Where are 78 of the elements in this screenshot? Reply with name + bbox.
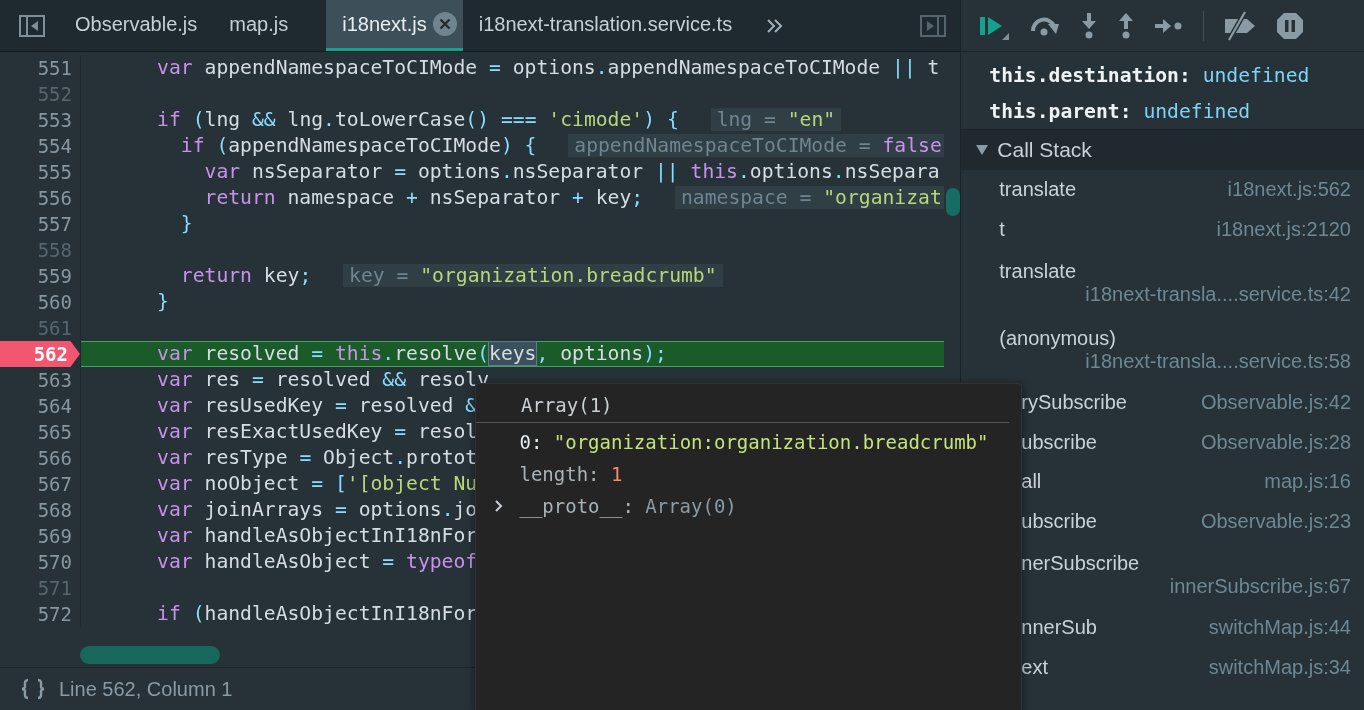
frame-location: i18next-transla....service.ts:42 <box>1085 282 1351 306</box>
step-into-icon[interactable] <box>1080 11 1099 40</box>
frame-location: switchMap.js:34 <box>1208 655 1351 679</box>
line-number[interactable]: 555 <box>0 159 80 185</box>
popup-title: Array(1) <box>476 384 1009 423</box>
call-frame[interactable]: translate i18next.js:562 <box>961 170 1364 210</box>
line-number[interactable]: 563 <box>0 367 80 393</box>
file-tab[interactable]: Observable.js <box>59 0 214 51</box>
watch-expression: this.destination: undefined <box>989 63 1311 89</box>
inline-value: namespace = "organizat <box>675 186 944 209</box>
pretty-print-icon[interactable] <box>19 678 47 700</box>
code-line: var appendNamespaceToCIMode = options.appendNamespaceToCIMode || t <box>80 55 944 81</box>
frame-location: Observable.js:42 <box>1200 391 1351 415</box>
function-name: rySubscribe <box>1021 391 1127 415</box>
line-number[interactable]: 567 <box>0 471 80 497</box>
function-name: ext <box>1021 655 1048 679</box>
frame-location: switchMap.js:44 <box>1208 616 1351 640</box>
line-number[interactable]: 556 <box>0 185 80 211</box>
call-frame[interactable]: (anonymous) i18next-transla....service.ts:58 <box>961 316 1364 383</box>
step-out-icon[interactable] <box>1117 11 1136 40</box>
call-stack-header[interactable]: Call Stack <box>961 130 1364 170</box>
function-name: nnerSub <box>1021 616 1097 640</box>
line-number[interactable]: 570 <box>0 549 80 575</box>
frame-location: innerSubscribe.js:67 <box>1169 574 1351 598</box>
line-number[interactable]: 562 <box>0 341 80 367</box>
function-name: t <box>999 217 1005 241</box>
frame-location: i18next.js:2120 <box>1216 217 1351 241</box>
scrollbar-thumb[interactable] <box>80 646 220 664</box>
line-number[interactable]: 551 <box>0 55 80 81</box>
file-tab[interactable]: map.js <box>213 0 327 51</box>
line-number[interactable]: 554 <box>0 133 80 159</box>
close-icon[interactable] <box>432 12 457 36</box>
function-name: translate <box>999 259 1077 283</box>
code-line: var nsSeparator = options.nsSeparator || this.options.nsSepara <box>80 159 944 185</box>
code-line: if (appendNamespaceToCIMode) { appendNamespaceToCIMode = false <box>80 133 944 159</box>
inline-value: lng = "en" <box>710 108 842 131</box>
line-number[interactable]: 569 <box>0 523 80 549</box>
pause-icon[interactable] <box>1276 11 1305 40</box>
line-number[interactable]: 568 <box>0 497 80 523</box>
chevrons-icon[interactable] <box>766 17 785 34</box>
function-name: nerSubscribe <box>1021 551 1141 575</box>
code-line: return key; key = "organization.breadcrumb" <box>80 263 944 289</box>
section-title: Call Stack <box>997 138 1092 162</box>
line-number[interactable]: 565 <box>0 419 80 445</box>
code-line: if (lng && lng.toLowerCase() === 'cimode') { lng = "en" <box>80 107 944 133</box>
function-name: (anonymous) <box>999 326 1117 350</box>
frame-location: i18next-transla....service.ts:58 <box>1085 349 1351 373</box>
line-number[interactable]: 572 <box>0 601 80 627</box>
code-line: } <box>80 289 944 315</box>
chevron-icon[interactable] <box>494 500 504 512</box>
line-number[interactable]: 557 <box>0 211 80 237</box>
cursor-position: Line 562, Column 1 <box>59 677 233 701</box>
function-name: ubscribe <box>1021 430 1097 454</box>
frame-location: Observable.js:28 <box>1200 430 1351 454</box>
watch-expression: this.parent: undefined <box>989 99 1252 125</box>
frame-location: Observable.js:23 <box>1200 509 1351 533</box>
sidebar-toggle-icon[interactable] <box>920 14 947 37</box>
line-number[interactable]: 566 <box>0 445 80 471</box>
line-number[interactable]: 559 <box>0 263 80 289</box>
frame-location: map.js:16 <box>1264 470 1351 494</box>
call-frame[interactable]: translate i18next-transla....service.ts:42 <box>961 249 1364 316</box>
call-frame[interactable]: t i18next.js:2120 <box>961 209 1364 249</box>
inline-value: key = "organization.breadcrumb" <box>343 264 723 287</box>
code-line: } <box>80 211 944 237</box>
file-tab[interactable]: i18next.js <box>326 0 463 51</box>
function-name: translate <box>999 178 1076 202</box>
code-line: return namespace + nsSeparator + key; namespace = "organizat <box>80 185 944 211</box>
frame-location: i18next.js:562 <box>1227 178 1351 202</box>
line-number[interactable]: 553 <box>0 107 80 133</box>
file-tab[interactable]: i18next-translation.service.ts <box>462 0 749 51</box>
sidebar-toggle-icon[interactable] <box>19 14 45 37</box>
line-number[interactable]: 564 <box>0 393 80 419</box>
triangle-icon <box>975 144 990 156</box>
function-name: ubscribe <box>1021 509 1097 533</box>
function-name: all <box>1021 470 1042 494</box>
line-number[interactable]: 560 <box>0 289 80 315</box>
scroll-marker <box>946 188 960 216</box>
inline-value: appendNamespaceToCIMode = false <box>568 134 944 157</box>
